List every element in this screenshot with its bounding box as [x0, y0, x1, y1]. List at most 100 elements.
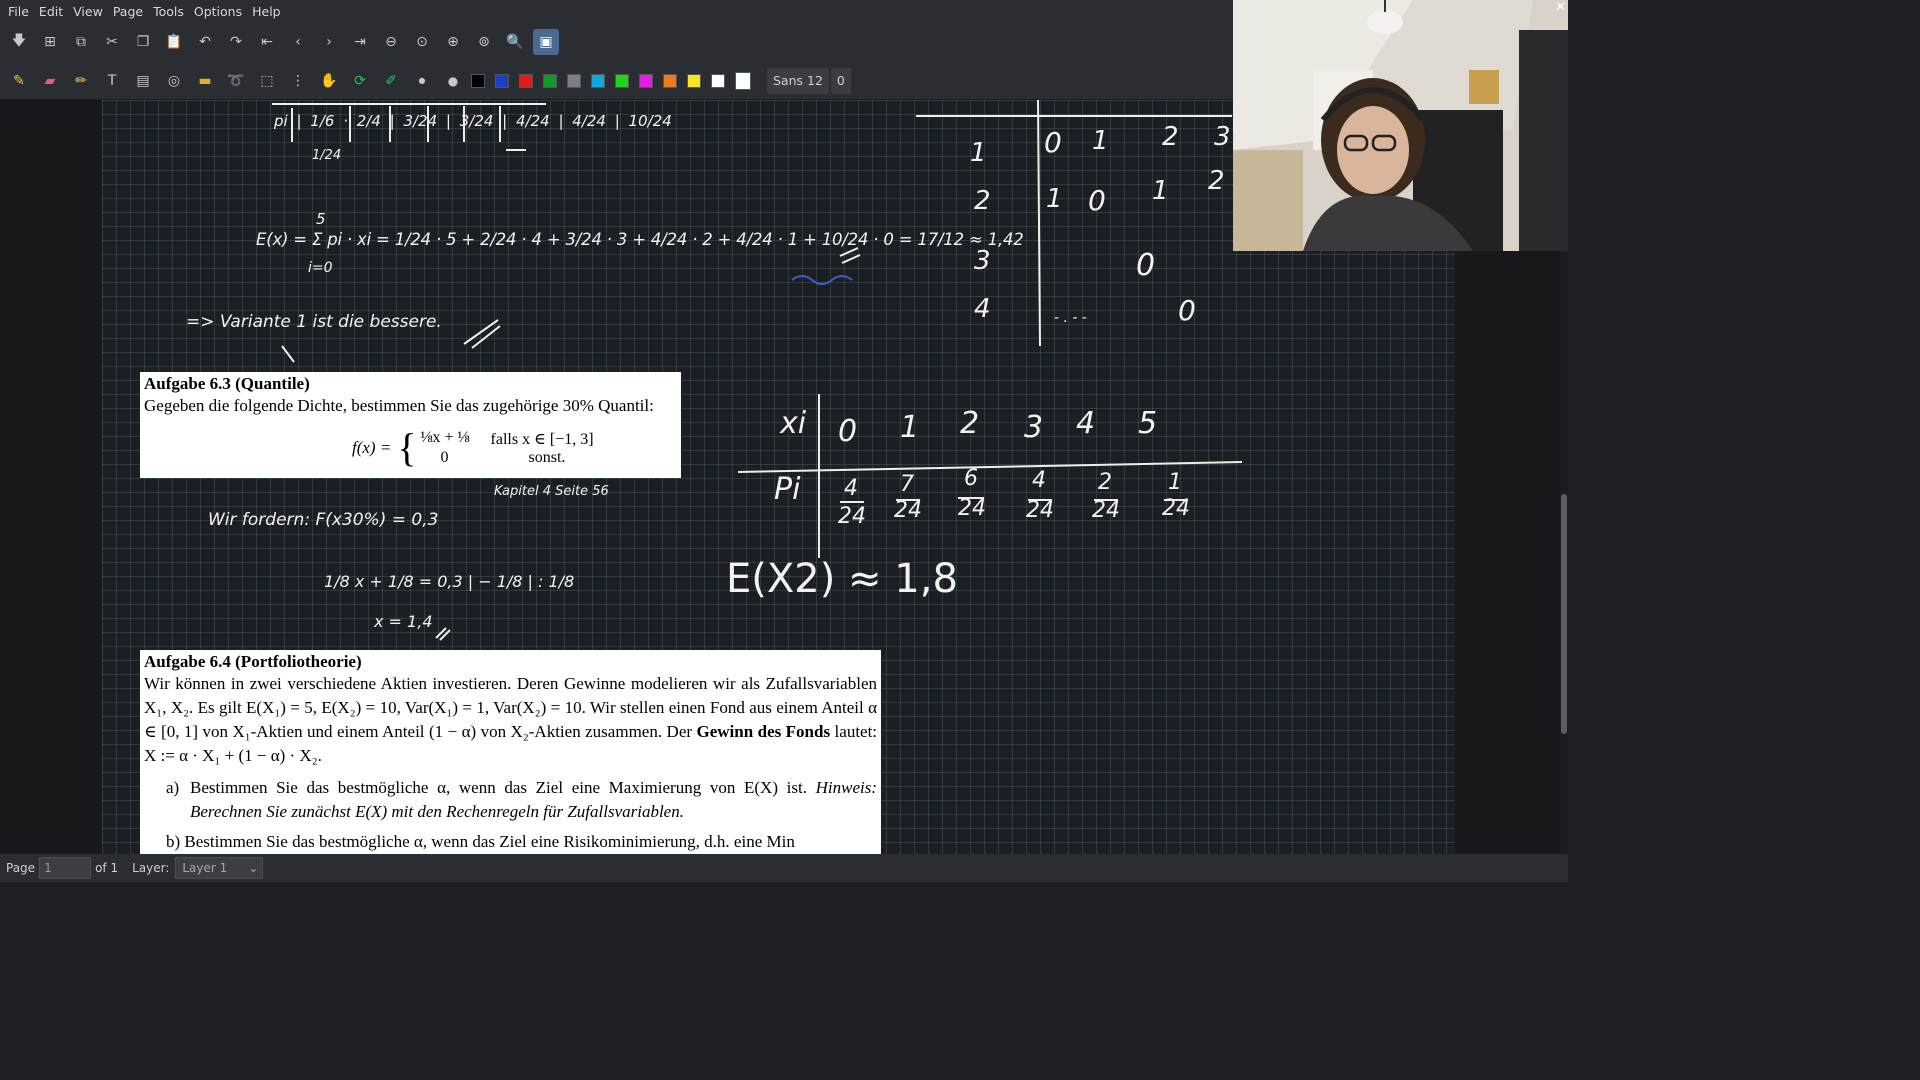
layer-select[interactable]: Layer 1 ⌄ — [175, 857, 264, 879]
first-page-icon[interactable]: ⇤ — [254, 29, 280, 55]
color-magenta-swatch[interactable] — [639, 73, 653, 88]
ruler-icon[interactable]: ▬ — [192, 68, 218, 94]
pi-extra-fraction: 1/24 — [312, 148, 342, 163]
layer-label: Layer: — [132, 861, 170, 875]
color-orange-swatch[interactable] — [663, 73, 677, 88]
task-6-3-text: Gegeben die folgende Dichte, bestimmen S… — [144, 396, 654, 415]
pi-den-1: 24 — [894, 498, 922, 523]
page-label: Page — [6, 861, 36, 875]
webcam-image — [1233, 0, 1568, 251]
paste-icon[interactable]: 📋 — [161, 29, 187, 55]
zoom-fit-icon[interactable]: ⊙ — [409, 29, 435, 55]
expectation-formula: E(x) = Σ pi · xi = 1/24 · 5 + 2/24 · 4 +… — [256, 230, 1024, 249]
next-page-icon[interactable]: › — [316, 29, 342, 55]
result-text: x = 1,4 — [374, 612, 433, 631]
case2-condition: sonst. — [528, 449, 566, 466]
task-6-4-box: Aufgabe 6.4 (Portfoliotheorie) Wir könne… — [140, 650, 881, 854]
thick-line-icon[interactable]: ● — [440, 68, 466, 94]
thin-line-icon[interactable]: ● — [409, 68, 435, 94]
task-6-3-title: Aufgabe 6.3 (Quantile) — [144, 374, 310, 393]
menu-help[interactable]: Help — [248, 4, 285, 19]
color-lightgreen-swatch[interactable] — [615, 73, 629, 88]
font-size-field[interactable]: 0 — [830, 67, 851, 94]
pi-num-3: 4 — [1032, 468, 1046, 493]
image-tool-icon[interactable]: ▤ — [130, 68, 156, 94]
right-table-r1c3: 2 — [1162, 122, 1179, 152]
ex2-result: E(X2) ≈ 1,8 — [726, 556, 958, 602]
right-table-r1c2: 1 — [1092, 126, 1109, 156]
xi-value-3: 3 — [1024, 410, 1044, 445]
color-black-swatch[interactable] — [471, 73, 485, 88]
vertical-space-icon[interactable]: ⋮ — [285, 68, 311, 94]
color-yellow-swatch[interactable] — [687, 73, 701, 88]
zoom-custom-icon[interactable]: 🔍 — [502, 29, 528, 55]
pi-den-0: 24 — [838, 504, 866, 529]
zoom-100-icon[interactable]: ⊚ — [471, 29, 497, 55]
color-lightblue-swatch[interactable] — [591, 73, 605, 88]
right-table-row-label-3: 3 — [974, 246, 991, 276]
redo-icon[interactable]: ↷ — [223, 29, 249, 55]
menu-page[interactable]: Page — [109, 4, 147, 19]
zoom-in-icon[interactable]: ⊕ — [440, 29, 466, 55]
default-pen-icon[interactable]: ✐ — [378, 68, 404, 94]
color-white-swatch[interactable] — [711, 73, 725, 88]
right-table-r2c4: 2 — [1208, 166, 1225, 196]
pi-num-0: 4 — [844, 476, 858, 501]
save-icon[interactable]: 🡇 — [6, 29, 32, 55]
color-gray-swatch[interactable] — [567, 73, 581, 88]
task-6-4-paragraph: Wir können in zwei verschiedene Aktien i… — [144, 672, 877, 768]
menu-file[interactable]: File — [4, 4, 33, 19]
page-number-input[interactable]: 1 — [39, 857, 92, 879]
xi-value-5: 5 — [1138, 406, 1158, 441]
task-6-4-part-b: b) Bestimmen Sie das bestmögliche α, wen… — [166, 832, 795, 851]
lasso-select-icon[interactable]: ➰ — [223, 68, 249, 94]
task-6-4-title: Aufgabe 6.4 (Portfoliotheorie) — [144, 652, 362, 671]
undo-icon[interactable]: ↶ — [192, 29, 218, 55]
text-tool-icon[interactable]: T — [99, 68, 125, 94]
font-selector[interactable]: Sans 12 — [767, 67, 829, 94]
rect-select-icon[interactable]: ⬚ — [254, 68, 280, 94]
zoom-out-icon[interactable]: ⊖ — [378, 29, 404, 55]
default-tool-icon[interactable]: ⟳ — [347, 68, 373, 94]
new-page-icon[interactable]: ⊞ — [37, 29, 63, 55]
color-green-swatch[interactable] — [543, 73, 557, 88]
menu-view[interactable]: View — [69, 4, 107, 19]
pen-icon[interactable]: ✎ — [6, 68, 32, 94]
highlighter-icon[interactable]: ✏ — [68, 68, 94, 94]
right-table-r4c1: 0 — [1178, 294, 1196, 327]
task-6-4-bold: Gewinn des Fonds — [696, 722, 831, 741]
color-red-swatch[interactable] — [519, 73, 533, 88]
right-table-r1c1: 0 — [1044, 126, 1062, 159]
fordern-text: Wir fordern: F(x30%) = 0,3 — [208, 510, 439, 530]
right-table-r3c1: 0 — [1136, 248, 1156, 283]
eraser-icon[interactable]: ▰ — [37, 68, 63, 94]
case1-condition: falls x ∈ [−1, 3] — [490, 431, 594, 448]
shape-recognizer-icon[interactable]: ◎ — [161, 68, 187, 94]
sum-upper-limit: 5 — [316, 210, 326, 228]
menu-options[interactable]: Options — [190, 4, 246, 19]
menu-edit[interactable]: Edit — [35, 4, 67, 19]
previous-page-icon[interactable]: ‹ — [285, 29, 311, 55]
cut-icon[interactable]: ✂ — [99, 29, 125, 55]
right-table-row-label-1: 1 — [970, 138, 987, 168]
close-icon[interactable]: ✕ — [1555, 0, 1566, 15]
pi-num-1: 7 — [900, 472, 914, 497]
last-page-icon[interactable]: ⇥ — [347, 29, 373, 55]
status-bar: Page 1 of 1 Layer: Layer 1 ⌄ — [0, 854, 1568, 882]
pi-num-4: 2 — [1098, 470, 1112, 495]
scrollbar-thumb[interactable] — [1561, 494, 1567, 734]
pi-row-text: pi | 1/6 · 2/4 | 3/24 | 3/24 | 4/24 | 4/… — [274, 112, 672, 130]
part-a-text: Bestimmen Sie das bestmögliche α, wenn d… — [190, 778, 807, 797]
copy-icon[interactable]: ❐ — [130, 29, 156, 55]
case1-expression: ⅛x + ⅛ — [420, 429, 470, 446]
duplicate-icon[interactable]: ⧉ — [68, 29, 94, 55]
fullscreen-icon[interactable]: ▣ — [533, 29, 559, 55]
menu-tools[interactable]: Tools — [149, 4, 188, 19]
pi-den-4: 24 — [1092, 498, 1120, 523]
kapitel-note: Kapitel 4 Seite 56 — [494, 484, 609, 499]
color-custom-swatch[interactable] — [735, 71, 751, 90]
xi-value-1: 1 — [900, 410, 920, 445]
hand-tool-icon[interactable]: ✋ — [316, 68, 342, 94]
xournal-window: File Edit View Page Tools Options Help 🡇… — [0, 0, 1568, 882]
color-blue-swatch[interactable] — [495, 73, 509, 88]
